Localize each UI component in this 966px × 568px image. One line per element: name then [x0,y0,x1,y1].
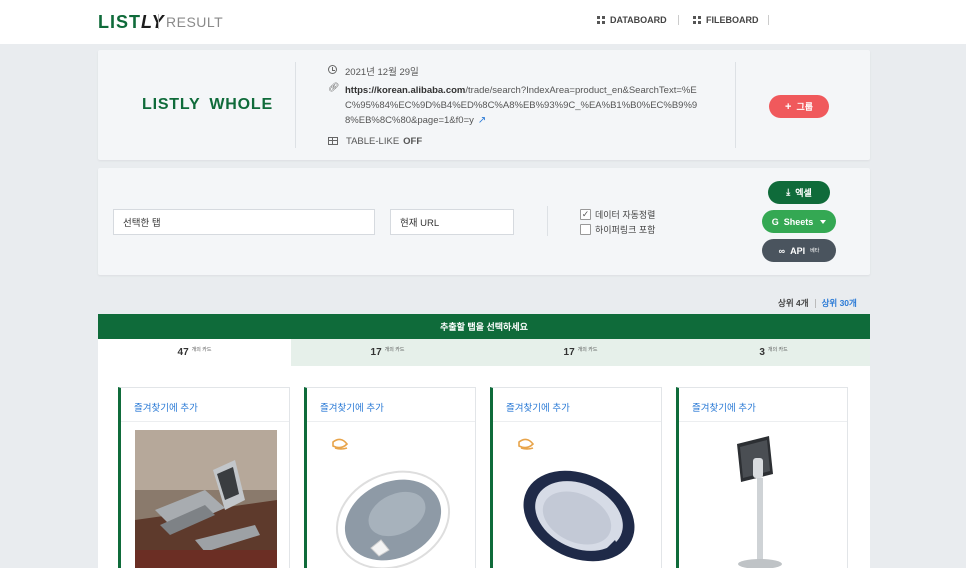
logo-text-ly: LY [141,12,165,32]
google-icon: G [771,216,779,227]
add-favorite-link[interactable]: 즐겨찾기에 추가 [692,400,756,414]
divider [679,421,847,422]
excel-button-label: 엑셀 [795,188,812,198]
auto-sort-label: 데이터 자동정렬 [595,210,656,220]
product-image [507,430,649,568]
include-hyperlink-option[interactable]: 하이퍼링크 포함 [580,223,655,236]
logo-divider [158,14,159,29]
divider [295,62,296,148]
divider [735,62,736,148]
divider [547,206,548,236]
divider [493,421,661,422]
tab-1[interactable]: 47 개의 카드 [98,339,291,366]
tab-unit: 개의 카드 [384,347,405,353]
tab-4[interactable]: 3 개의 카드 [677,339,870,366]
plus-icon: + [785,100,792,113]
add-favorite-link[interactable]: 즐겨찾기에 추가 [506,400,570,414]
extract-date: 2021년 12월 29일 [345,67,419,78]
grid-icon [693,16,701,24]
tab-count: 47 [177,347,189,358]
sheets-button[interactable]: G Sheets [762,210,836,233]
download-icon: ⤓ [786,187,791,197]
source-url[interactable]: https://korean.alibaba.com/trade/search?… [345,83,705,128]
tab-unit: 개의 카드 [577,347,598,353]
nav-fileboard-label: FILEBOARD [706,15,759,25]
tab-3[interactable]: 17 개의 카드 [484,339,677,366]
tab-count: 17 [563,347,575,358]
auto-sort-option[interactable]: ✓ 데이터 자동정렬 [580,208,655,221]
nav-fileboard[interactable]: FILEBOARD [693,15,759,25]
group-button-label: 그룹 [796,102,813,112]
top-4-option[interactable]: 상위 4개 [778,297,809,309]
top-30-option[interactable]: 상위 30개 [822,297,857,309]
product-image [693,430,835,568]
include-hyperlink-label: 하이퍼링크 포함 [595,225,656,235]
api-button-label: API [790,245,806,256]
tab-unit: 개의 카드 [767,347,788,353]
grid-icon [597,16,605,24]
nav-databoard-label: DATABOARD [610,15,667,25]
data-card[interactable]: 즐겨찾기에 추가 [490,387,662,568]
tab-strip: 47 개의 카드 17 개의 카드 17 개의 카드 3 개의 카드 [98,339,870,366]
auto-sort-checkbox[interactable]: ✓ [580,209,591,220]
product-image [321,430,463,568]
nav-divider [678,15,679,25]
tab-count: 17 [370,347,382,358]
top-count-selector: 상위 4개 상위 30개 [778,297,857,309]
table-icon [328,137,338,145]
beta-badge: 베타 [810,248,820,254]
caret-down-icon [820,219,827,224]
baby-nest-grey-image [321,430,463,568]
data-card[interactable]: 즐겨찾기에 추가 [304,387,476,568]
data-card[interactable]: 즐겨찾기에 추가 [676,387,848,568]
link-icon: 🔗︎ [328,82,340,92]
select-tab-banner: 추출할 탭을 선택하세요 [98,314,870,339]
tab-count: 3 [759,347,765,358]
selected-tab-field[interactable]: 선택한 탭 [113,209,375,235]
sheets-button-label: Sheets [783,216,814,227]
current-url-field[interactable]: 현재 URL [390,209,514,235]
logo-text: LIST [98,12,141,32]
card-preview-area: 즐겨찾기에 추가 즐겨찾기에 추가 즐겨찾기에 추가 즐겨찾기에 추가 [98,366,870,568]
table-like-label: TABLE-LIKE [346,136,400,147]
group-button[interactable]: + 그룹 [769,95,829,118]
nav-divider [768,15,769,25]
api-button[interactable]: ∞ API 베타 [762,239,836,262]
export-controls-card: 선택한 탭 현재 URL ✓ 데이터 자동정렬 하이퍼링크 포함 ⤓ 엑셀 G … [98,168,870,275]
tab-2[interactable]: 17 개의 카드 [291,339,484,366]
product-image [135,430,277,568]
add-favorite-link[interactable]: 즐겨찾기에 추가 [134,400,198,414]
excel-button[interactable]: ⤓ 엑셀 [768,181,830,204]
nav-databoard[interactable]: DATABOARD [597,15,667,25]
url-row: 🔗︎ https://korean.alibaba.com/trade/sear… [328,83,705,128]
date-row: 2021년 12월 29일 [328,64,419,78]
logo-subtitle: RESULT [166,14,224,30]
top-navbar: LISTLY RESULT DATABOARD FILEBOARD [0,0,966,44]
external-link-icon[interactable]: ↗ [478,115,486,126]
include-hyperlink-checkbox[interactable] [580,224,591,235]
data-card[interactable]: 즐겨찾기에 추가 [118,387,290,568]
tablet-stand-image [135,430,277,568]
board-title: LISTLY WHOLE [142,96,273,113]
clock-icon [328,65,337,74]
divider [814,298,816,308]
tab-unit: 개의 카드 [191,347,212,353]
source-info-card: LISTLY WHOLE 2021년 12월 29일 🔗︎ https://ko… [98,50,870,160]
logo[interactable]: LISTLY [98,12,165,33]
baby-nest-navy-image [507,430,649,568]
source-url-host: https://korean.alibaba.com [345,85,466,96]
table-like-row: TABLE-LIKE OFF [328,136,422,147]
floor-tablet-stand-image [693,430,835,568]
link-icon: ∞ [778,245,786,256]
table-like-value: OFF [403,136,423,147]
add-favorite-link[interactable]: 즐겨찾기에 추가 [320,400,384,414]
divider [121,421,289,422]
divider [307,421,475,422]
